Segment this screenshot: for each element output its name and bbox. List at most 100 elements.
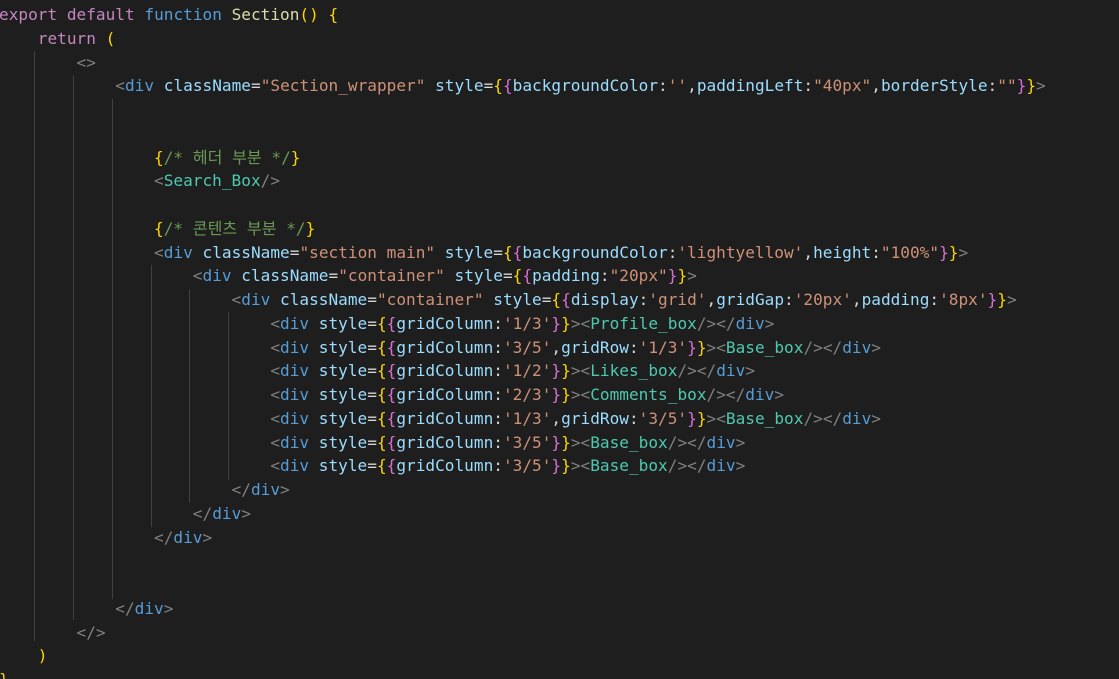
bracket: } xyxy=(551,432,562,452)
bracket: { xyxy=(328,5,339,24)
code-line[interactable]: } xyxy=(0,668,1046,679)
code-text: : xyxy=(493,337,503,357)
tag-name: div xyxy=(202,266,232,286)
tag-name: div xyxy=(735,313,765,333)
code-comment: /* 헤더 부분 */ xyxy=(163,147,291,167)
code-line[interactable]: export default function Section() { xyxy=(0,3,1046,27)
code-line[interactable]: <div style={{gridColumn:'3/5',gridRow:'1… xyxy=(0,336,1046,360)
bracket: } xyxy=(561,361,571,381)
code-text: , xyxy=(551,337,562,357)
code-string: '3/5' xyxy=(638,408,688,428)
bracket: { xyxy=(386,313,397,333)
code-string: '1/2' xyxy=(502,361,552,381)
attribute-name: style xyxy=(318,337,368,357)
attribute-name: style xyxy=(493,290,542,309)
tag-bracket: /> xyxy=(696,313,717,333)
code-line[interactable]: {/* 헤더 부분 */} xyxy=(0,146,1046,170)
bracket: } xyxy=(561,385,571,404)
bracket: } xyxy=(948,242,959,262)
code-line[interactable] xyxy=(0,549,1046,573)
code-line[interactable]: <div className="container" style={{paddi… xyxy=(0,264,1046,288)
bracket: } xyxy=(561,313,571,333)
code-line[interactable] xyxy=(0,193,1046,217)
code-line[interactable]: <div style={{gridColumn:'1/3',gridRow:'3… xyxy=(0,407,1046,431)
attribute-name: style xyxy=(318,313,368,333)
code-line[interactable]: <div style={{gridColumn:'3/5'}}><Base_bo… xyxy=(0,431,1046,455)
bracket: } xyxy=(997,290,1007,309)
code-line[interactable]: <div className="Section_wrapper" style={… xyxy=(0,74,1046,98)
bracket: { xyxy=(154,147,164,167)
property-name: gridRow xyxy=(561,337,629,357)
code-line[interactable]: </div> xyxy=(0,478,1046,502)
component-name: Base_box xyxy=(590,432,668,452)
tag-bracket: < xyxy=(580,432,591,452)
component-name: Base_box xyxy=(590,456,668,476)
code-line[interactable]: </> xyxy=(0,621,1046,645)
property-name: gridColumn xyxy=(396,385,494,404)
bracket: { xyxy=(386,385,397,404)
bracket: { xyxy=(376,385,387,404)
code-text: : xyxy=(493,385,503,404)
code-line[interactable]: <div className="section main" style={{ba… xyxy=(0,241,1046,265)
code-text: = xyxy=(250,76,261,96)
code-text: , xyxy=(706,290,717,309)
bracket: { xyxy=(376,432,387,452)
code-line[interactable]: {/* 콘텐츠 부분 */} xyxy=(0,217,1046,241)
code-line[interactable]: </div> xyxy=(0,597,1046,621)
bracket: ( xyxy=(105,28,116,48)
attribute-name: style xyxy=(318,385,368,404)
code-line[interactable] xyxy=(0,98,1046,122)
tag-name: div xyxy=(842,337,872,357)
tag-name: div xyxy=(706,432,736,452)
tag-bracket: /> xyxy=(803,408,823,428)
code-line[interactable]: <Search_Box/> xyxy=(0,169,1046,193)
tag-name: div xyxy=(250,480,281,499)
code-line[interactable]: <> xyxy=(0,51,1046,75)
bracket: { xyxy=(522,266,533,286)
bracket: } xyxy=(687,337,697,357)
code-line[interactable]: <div style={{gridColumn:'3/5'}}><Base_bo… xyxy=(0,454,1046,478)
tag-bracket: > xyxy=(871,408,881,428)
tag-bracket: > xyxy=(1036,76,1046,96)
tag-bracket: </ xyxy=(192,503,213,523)
code-line[interactable]: <div style={{gridColumn:'2/3'}}><Comment… xyxy=(0,383,1046,407)
code-line[interactable] xyxy=(0,573,1046,597)
code-string: '2/3' xyxy=(502,385,552,404)
code-line[interactable]: </div> xyxy=(0,526,1046,550)
code-content[interactable]: export default function Section() { retu… xyxy=(0,3,1046,679)
code-text: : xyxy=(638,290,649,309)
bracket: { xyxy=(386,432,397,452)
code-line[interactable] xyxy=(0,122,1046,146)
attribute-name: style xyxy=(444,242,494,262)
code-editor[interactable]: export default function Section() { retu… xyxy=(0,0,1119,679)
code-string: '1/3' xyxy=(502,313,552,333)
tag-bracket: > xyxy=(280,480,290,499)
code-line[interactable]: return ( xyxy=(0,27,1046,51)
attribute-name: className xyxy=(202,242,290,262)
code-line[interactable]: <div className="container" style={{displ… xyxy=(0,288,1046,312)
attribute-name: className xyxy=(163,76,251,96)
code-line[interactable]: <div style={{gridColumn:'1/2'}}><Likes_b… xyxy=(0,359,1046,383)
tag-bracket: > xyxy=(871,337,881,357)
code-text: = xyxy=(367,385,377,404)
bracket: ) xyxy=(309,5,319,24)
code-line[interactable]: </div> xyxy=(0,502,1046,526)
code-text: , xyxy=(687,76,697,96)
property-name: gridColumn xyxy=(396,432,494,452)
code-line[interactable]: ) xyxy=(0,644,1046,668)
code-line[interactable]: <div style={{gridColumn:'1/3'}}><Profile… xyxy=(0,312,1046,336)
keyword: function xyxy=(144,5,222,24)
tag-bracket: > xyxy=(745,361,756,381)
